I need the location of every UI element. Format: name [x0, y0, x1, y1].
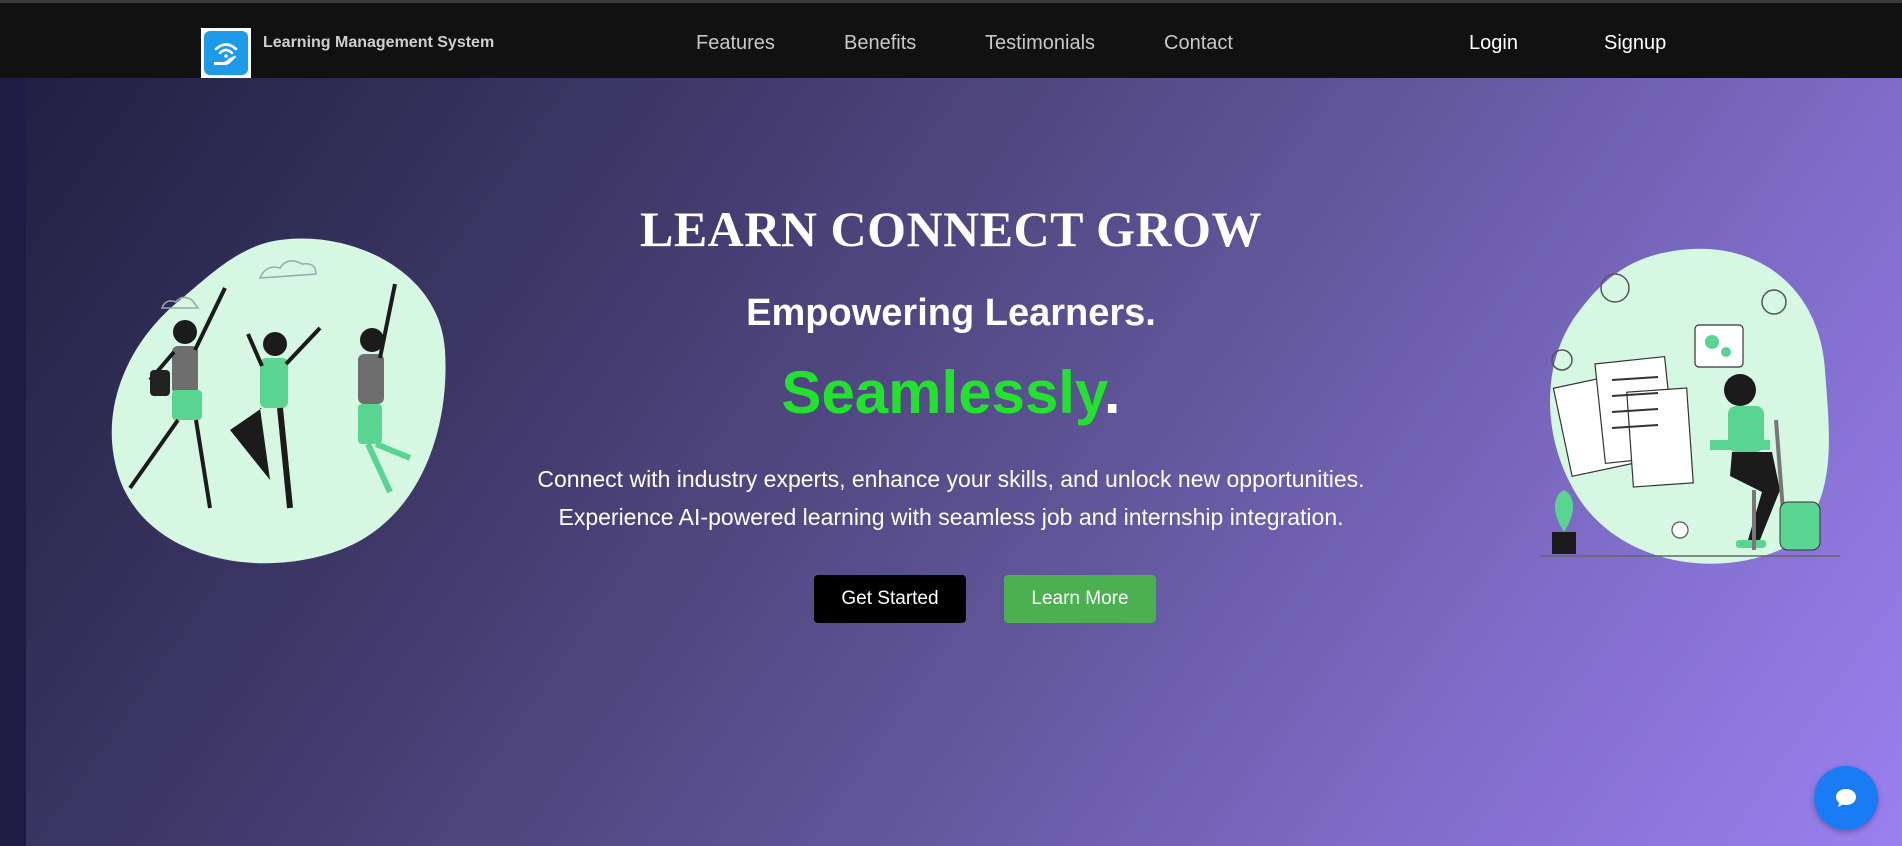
logo[interactable]	[201, 28, 251, 78]
hero-accent-period: .	[1103, 359, 1121, 426]
get-started-button[interactable]: Get Started	[814, 575, 966, 623]
wifi-hand-icon	[204, 31, 248, 75]
hero-subtitle: Empowering Learners.	[746, 292, 1156, 334]
signup-link[interactable]: Signup	[1604, 32, 1666, 55]
chat-button[interactable]	[1814, 766, 1878, 830]
nav-link-features[interactable]: Features	[696, 32, 775, 55]
nav-link-testimonials[interactable]: Testimonials	[985, 32, 1095, 55]
login-link[interactable]: Login	[1469, 32, 1518, 55]
hero-accent-line: Seamlessly.	[0, 358, 1902, 427]
chat-bubble-icon	[1836, 789, 1856, 807]
nav-link-benefits[interactable]: Benefits	[844, 32, 916, 55]
hero-description-line-1: Connect with industry experts, enhance y…	[537, 466, 1365, 492]
left-side-strip	[0, 78, 26, 846]
hero-title: LEARN CONNECT GROW	[639, 201, 1263, 257]
top-navbar: Learning Management System Features Bene…	[0, 3, 1902, 78]
hero-accent-word: Seamlessly	[781, 359, 1104, 426]
learn-more-button[interactable]: Learn More	[1004, 575, 1156, 623]
brand-name: Learning Management System	[263, 34, 495, 51]
nav-link-contact[interactable]: Contact	[1164, 32, 1233, 55]
hero-description-line-2: Experience AI-powered learning with seam…	[558, 504, 1344, 530]
